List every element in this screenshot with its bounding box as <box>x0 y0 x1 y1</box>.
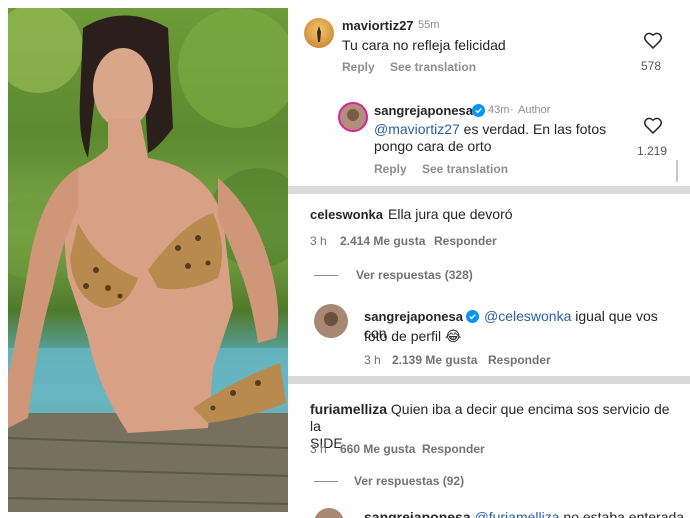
reply-button[interactable]: Responder <box>434 234 497 248</box>
comment-username[interactable]: maviortiz27 <box>342 18 414 33</box>
like-count: 1.219 <box>637 144 668 158</box>
reply-text-line2: pongo cara de orto <box>374 138 492 154</box>
meta-separator: · <box>510 104 514 116</box>
reply-mention[interactable]: @furiamelliza <box>475 509 560 518</box>
reply-time: 43m <box>488 104 510 116</box>
comment-panel-1: maviortiz27 55m Tu cara no refleja felic… <box>296 8 682 186</box>
comment-panel-2: celeswonka Ella jura que devoró 3 h 2.41… <box>296 194 682 374</box>
reply-avatar[interactable] <box>314 304 348 338</box>
comment-time: 55m <box>418 19 440 31</box>
comment-panel-3: furiamelliza Quien iba a decir que encim… <box>296 384 684 518</box>
like-heart-icon[interactable] <box>644 117 662 134</box>
reply-mention[interactable]: @celeswonka <box>484 308 571 324</box>
reply-button[interactable]: Reply <box>342 60 375 74</box>
reply-text: @maviortiz27 es verdad. En las fotos pon… <box>374 121 634 155</box>
reply-button[interactable]: Responder <box>488 353 551 367</box>
reply-text-line1: es verdad. En las fotos <box>459 121 607 137</box>
reply-text-line1: no estaba enterada <box>559 509 685 518</box>
comment-time: 3 h <box>310 234 327 248</box>
reply-text: sangrejaponesa @furiamelliza no estaba e… <box>364 509 684 518</box>
avatar-silhouette-icon <box>317 26 321 42</box>
avatar[interactable] <box>304 18 334 48</box>
comment-username[interactable]: furiamelliza <box>310 401 387 417</box>
like-count[interactable]: 660 Me gusta <box>340 442 415 456</box>
comment-time: 3 h <box>310 442 327 456</box>
post-photo <box>8 8 288 512</box>
see-translation-button[interactable]: See translation <box>422 162 508 176</box>
comment-text: Ella jura que devoró <box>388 206 513 222</box>
like-count: 578 <box>641 59 662 73</box>
reply-button[interactable]: Responder <box>422 442 485 456</box>
reply-avatar[interactable] <box>338 102 368 132</box>
comment-text: Tu cara no refleja felicidad <box>342 37 506 53</box>
reply-mention[interactable]: @maviortiz27 <box>374 121 460 137</box>
replies-line <box>314 275 338 276</box>
replies-line <box>314 481 338 482</box>
panel-divider <box>288 376 690 384</box>
avatar-face-icon <box>324 312 338 326</box>
reply-button[interactable]: Reply <box>374 162 407 176</box>
reply-username[interactable]: sangrejaponesa <box>364 509 471 518</box>
see-translation-button[interactable]: See translation <box>390 60 476 74</box>
view-replies-button[interactable]: Ver respuestas (328) <box>356 268 473 282</box>
author-label: Author <box>518 104 551 116</box>
view-replies-button[interactable]: Ver respuestas (92) <box>354 474 464 488</box>
reply-avatar[interactable] <box>314 508 344 518</box>
avatar-face-icon <box>347 109 359 121</box>
reply-username[interactable]: sangrejaponesa <box>374 103 473 118</box>
photo-illustration <box>8 8 288 512</box>
reply-time: 3 h <box>364 353 381 367</box>
reply-text-line2: foto de perfil 😂 <box>364 328 462 344</box>
like-heart-icon[interactable] <box>644 32 662 49</box>
like-count[interactable]: 2.414 Me gusta <box>340 234 425 248</box>
scrollbar[interactable] <box>676 160 678 182</box>
panel-divider <box>288 186 690 194</box>
comment-username[interactable]: celeswonka <box>310 207 383 222</box>
like-count[interactable]: 2.139 Me gusta <box>392 353 477 367</box>
verified-badge-icon <box>472 104 485 117</box>
